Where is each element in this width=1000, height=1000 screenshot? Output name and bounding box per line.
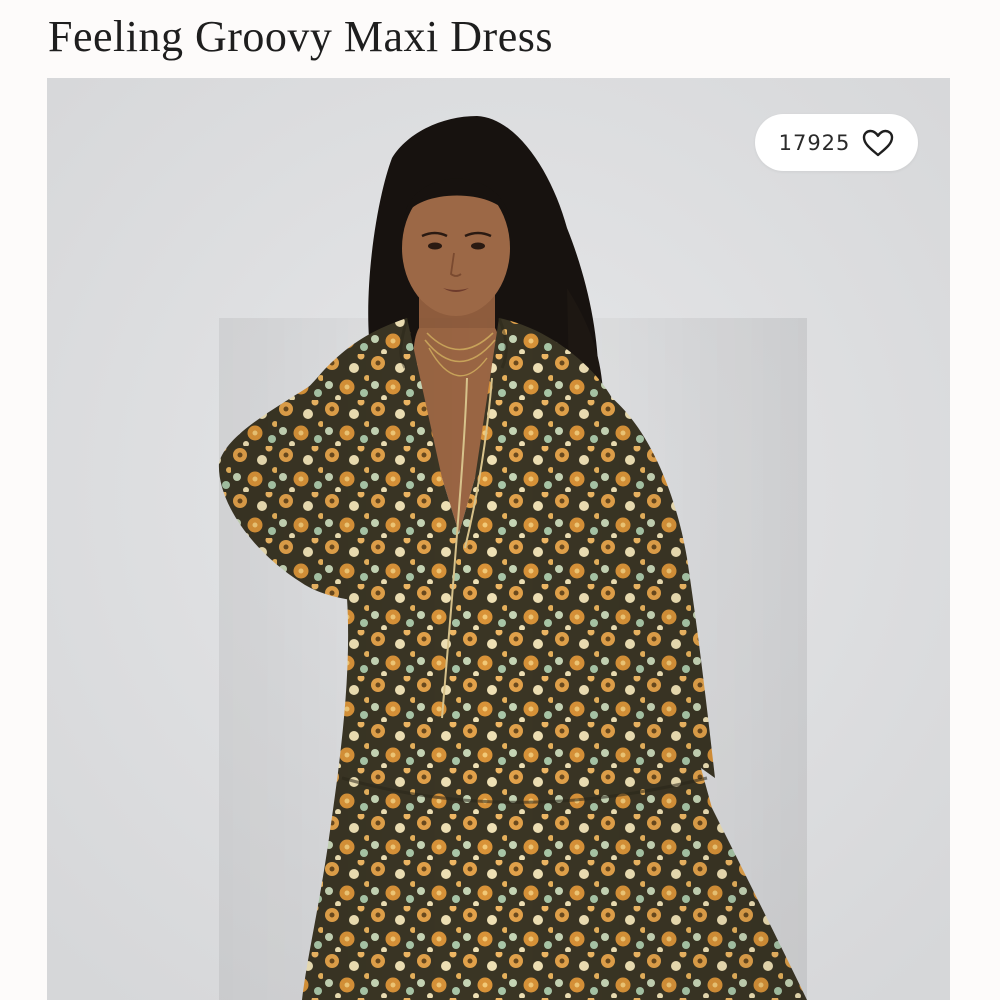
product-page: Feeling Groovy Maxi Dress 17925 [0,0,1000,1000]
product-image[interactable]: 17925 [47,78,950,1000]
favorite-button[interactable]: 17925 [755,114,918,171]
heart-outline-icon [863,129,894,156]
model-photo [47,78,950,1000]
favorite-count: 17925 [778,130,851,155]
product-title: Feeling Groovy Maxi Dress [48,12,553,61]
